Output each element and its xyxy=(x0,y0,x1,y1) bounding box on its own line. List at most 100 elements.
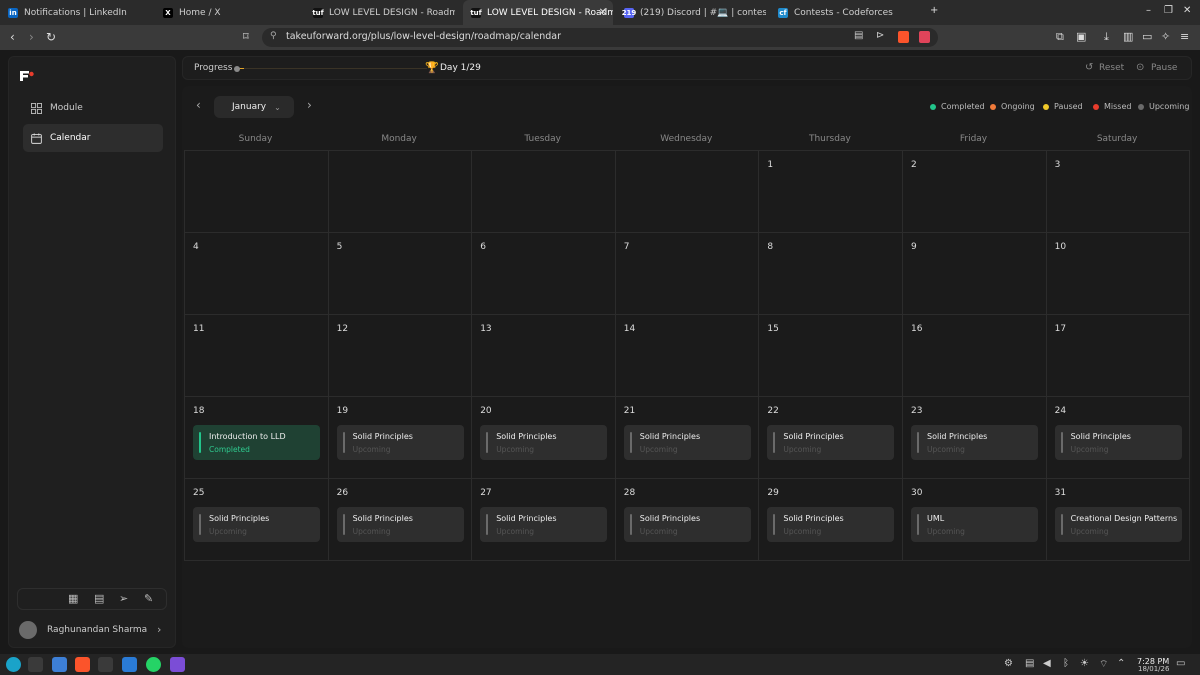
maximize-button[interactable]: ❐ xyxy=(1164,5,1173,16)
brave-rewards-icon[interactable] xyxy=(919,31,930,43)
calendar-event[interactable]: Solid Principles Upcoming xyxy=(1054,425,1182,460)
brave-browser-icon[interactable] xyxy=(75,657,90,672)
edit-doc-icon[interactable]: ✎ xyxy=(144,592,153,605)
calendar-event[interactable]: Solid Principles Upcoming xyxy=(911,425,1038,460)
calendar-day-cell[interactable]: 19 Solid Principles Upcoming xyxy=(328,397,473,479)
calendar-day-cell[interactable]: 17 xyxy=(1046,315,1191,397)
send-icon[interactable]: ➢ xyxy=(119,592,128,605)
calendar-day-cell[interactable]: 5 xyxy=(328,233,473,315)
share-icon[interactable]: ⊳ xyxy=(876,30,884,41)
month-select[interactable]: January ⌄ xyxy=(214,96,294,118)
sidebar-item-module[interactable]: Module xyxy=(23,94,163,122)
browser-tab[interactable]: tuf LOW LEVEL DESIGN - Roadmap xyxy=(305,0,455,25)
calendar-event[interactable]: Introduction to LLD Completed xyxy=(193,425,320,460)
downloads-icon[interactable]: ⤓ xyxy=(1104,30,1109,44)
brave-shield-icon[interactable] xyxy=(898,31,909,43)
settings-tray-icon[interactable]: ⚙ xyxy=(1004,658,1013,669)
terminal-icon[interactable] xyxy=(98,657,113,672)
calendar-event[interactable]: Solid Principles Upcoming xyxy=(623,507,751,542)
whatsapp-icon[interactable] xyxy=(146,657,161,672)
reset-icon[interactable]: ↺ xyxy=(1085,62,1093,73)
bluetooth-icon[interactable]: ᛒ xyxy=(1063,658,1069,669)
calendar-event[interactable]: Creational Design Patterns Upcoming xyxy=(1054,507,1182,542)
wifi-icon[interactable]: ⌔ xyxy=(1099,658,1108,671)
calendar-day-cell[interactable]: 26 Solid Principles Upcoming xyxy=(328,479,473,561)
volume-icon[interactable]: ◀ xyxy=(1043,658,1051,669)
back-icon[interactable]: ‹ xyxy=(10,30,15,44)
sidebar-toggle-icon[interactable]: ▥ xyxy=(1123,30,1133,44)
calendar-day-cell[interactable]: 11 xyxy=(185,315,329,397)
leo-ai-icon[interactable]: ✧ xyxy=(1161,30,1170,44)
calendar-day-cell[interactable]: 10 xyxy=(1046,233,1191,315)
browser-tab[interactable]: in Notifications | LinkedIn xyxy=(0,0,150,25)
calendar-day-cell[interactable]: 18 Introduction to LLD Completed xyxy=(185,397,329,479)
reload-icon[interactable]: ↻ xyxy=(46,30,56,44)
sidebar-item-calendar[interactable]: Calendar xyxy=(23,124,163,152)
calendar-day-cell[interactable]: 24 Solid Principles Upcoming xyxy=(1046,397,1191,479)
address-bar[interactable]: ⚲ takeuforward.org/plus/low-level-design… xyxy=(262,28,938,47)
forward-icon[interactable]: › xyxy=(29,30,34,44)
calendar-day-cell[interactable]: 15 xyxy=(759,315,903,397)
calendar-day-cell[interactable]: 9 xyxy=(903,233,1047,315)
start-menu-icon[interactable] xyxy=(6,657,21,672)
url-text[interactable]: takeuforward.org/plus/low-level-design/r… xyxy=(286,31,561,42)
calendar-day-cell[interactable]: 4 xyxy=(185,233,329,315)
obsidian-icon[interactable] xyxy=(170,657,185,672)
calendar-day-cell[interactable]: 6 xyxy=(472,233,616,315)
calendar-day-cell[interactable]: 28 Solid Principles Upcoming xyxy=(615,479,760,561)
calendar-event[interactable]: Solid Principles Upcoming xyxy=(767,425,895,460)
tray-expand-icon[interactable]: ⌃ xyxy=(1117,658,1125,669)
menu-icon[interactable]: ≡ xyxy=(1180,30,1189,44)
calendar-day-cell[interactable]: 13 xyxy=(472,315,616,397)
calendar-event[interactable]: Solid Principles Upcoming xyxy=(336,425,464,460)
pager-icon[interactable] xyxy=(28,657,43,672)
calendar-event[interactable]: Solid Principles Upcoming xyxy=(336,507,464,542)
file-manager-icon[interactable] xyxy=(52,657,67,672)
calendar-day-cell[interactable]: 23 Solid Principles Upcoming xyxy=(903,397,1047,479)
tuf-logo[interactable] xyxy=(19,67,35,81)
reader-icon[interactable]: ▤ xyxy=(854,30,863,41)
site-settings-icon[interactable]: ⚲ xyxy=(270,31,277,41)
calendar-event[interactable]: Solid Principles Upcoming xyxy=(480,507,608,542)
user-profile[interactable]: Raghunandan Sharma › xyxy=(17,617,167,643)
calendar-day-cell[interactable]: 25 Solid Principles Upcoming xyxy=(185,479,329,561)
calendar-day-cell[interactable]: 30 UML Upcoming xyxy=(903,479,1047,561)
calendar-event[interactable]: Solid Principles Upcoming xyxy=(193,507,320,542)
calendar-day-cell[interactable]: 3 xyxy=(1046,151,1191,233)
calendar-day-cell[interactable]: 20 Solid Principles Upcoming xyxy=(472,397,616,479)
calendar-day-cell[interactable]: 12 xyxy=(328,315,473,397)
calendar-day-cell[interactable]: 7 xyxy=(615,233,760,315)
dashboard-icon[interactable]: ▦ xyxy=(68,592,78,605)
clipboard-icon[interactable]: ▤ xyxy=(1025,658,1034,669)
calendar-day-cell[interactable]: 2 xyxy=(903,151,1047,233)
wallet-icon[interactable]: ▭ xyxy=(1142,30,1152,44)
screenshot-icon[interactable]: ▣ xyxy=(1076,30,1086,44)
reset-button[interactable]: Reset xyxy=(1099,63,1124,73)
bookmark-icon[interactable]: ⌑ xyxy=(243,30,249,44)
next-month-button[interactable]: › xyxy=(307,98,312,112)
prev-month-button[interactable]: ‹ xyxy=(196,98,201,112)
show-desktop-icon[interactable]: ▭ xyxy=(1176,658,1185,669)
calendar-day-cell[interactable]: 31 Creational Design Patterns Upcoming xyxy=(1046,479,1191,561)
calendar-day-cell[interactable]: 1 xyxy=(759,151,903,233)
calendar-day-cell[interactable]: 21 Solid Principles Upcoming xyxy=(615,397,760,479)
calendar-day-cell[interactable]: 22 Solid Principles Upcoming xyxy=(759,397,903,479)
calendar-event[interactable]: Solid Principles Upcoming xyxy=(480,425,608,460)
new-tab-button[interactable]: + xyxy=(930,5,938,16)
minimize-button[interactable]: – xyxy=(1146,5,1151,16)
calendar-event[interactable]: UML Upcoming xyxy=(911,507,1038,542)
close-tab-icon[interactable]: ✕ xyxy=(599,7,607,18)
extensions-icon[interactable]: ⧉ xyxy=(1056,30,1064,44)
calendar-event[interactable]: Solid Principles Upcoming xyxy=(623,425,751,460)
close-window-button[interactable]: ✕ xyxy=(1183,5,1191,16)
browser-tab[interactable]: X Home / X xyxy=(155,0,305,25)
calendar-day-cell[interactable]: 29 Solid Principles Upcoming xyxy=(759,479,903,561)
browser-tab[interactable]: cf Contests - Codeforces xyxy=(770,0,920,25)
calendar-day-cell[interactable]: 8 xyxy=(759,233,903,315)
pause-icon[interactable]: ⊙ xyxy=(1136,62,1144,73)
notes-icon[interactable]: ▤ xyxy=(94,592,104,605)
calendar-day-cell[interactable]: 14 xyxy=(615,315,760,397)
calendar-event[interactable]: Solid Principles Upcoming xyxy=(767,507,895,542)
browser-tab[interactable]: 219(219) Discord | #💻 | contests-c xyxy=(616,0,766,25)
clock-date[interactable]: 18/01/26 xyxy=(1138,665,1169,673)
